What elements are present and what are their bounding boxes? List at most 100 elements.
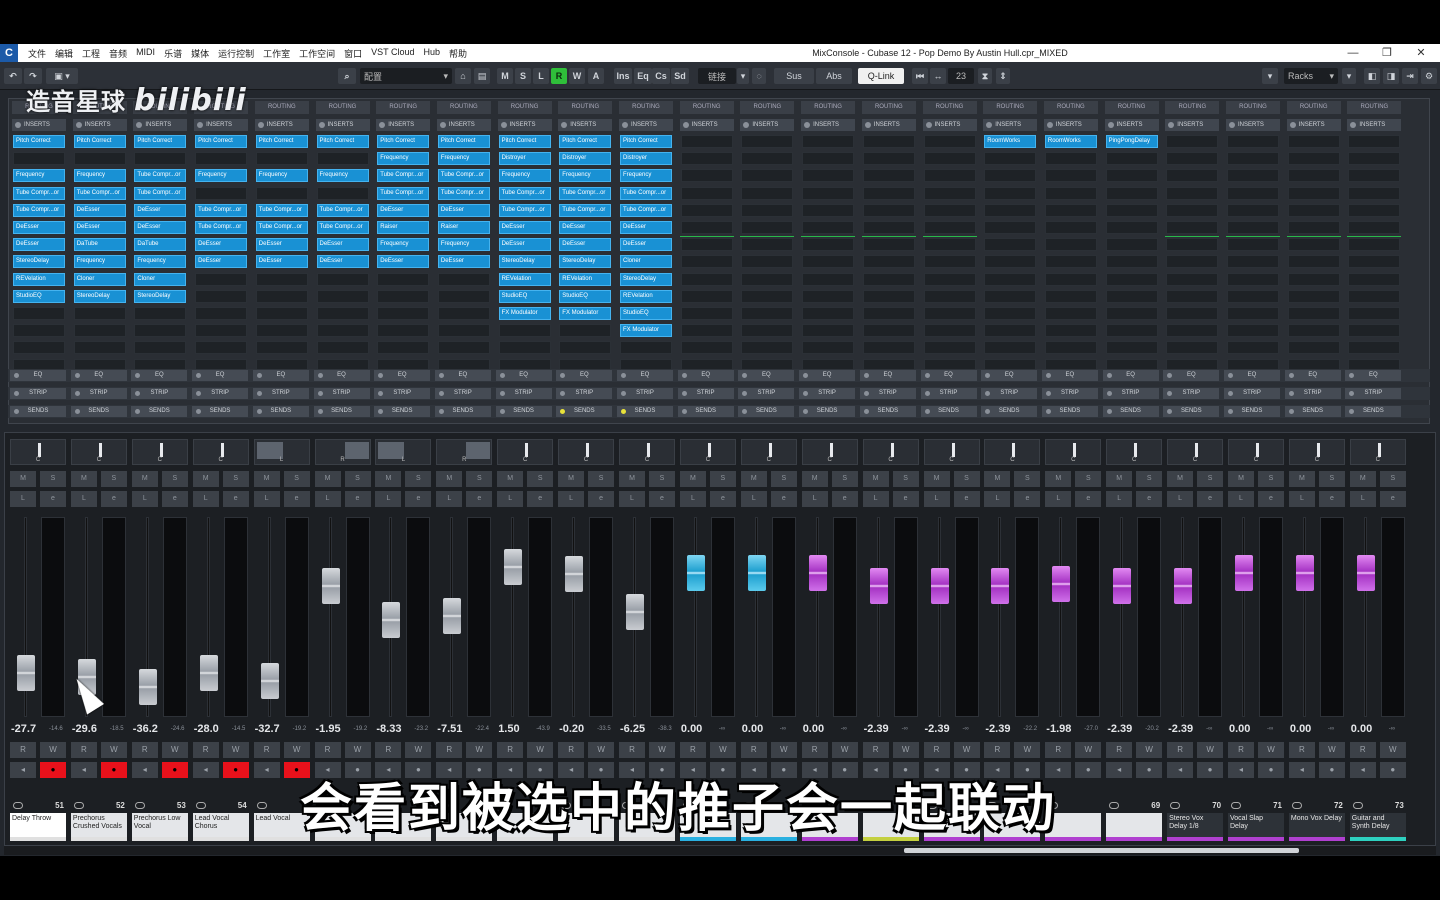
search-icon[interactable]: ⌕ (338, 68, 356, 84)
inserts-header[interactable]: INSERTS (740, 119, 795, 131)
peak-readout[interactable]: -19.2 (354, 726, 368, 732)
insert-slot[interactable]: DeEsser (195, 255, 248, 269)
insert-slot[interactable]: DeEsser (559, 238, 612, 252)
insert-slot[interactable] (1044, 238, 1097, 252)
routing-header[interactable]: ROUTING (861, 101, 916, 114)
listen-button[interactable]: L (679, 491, 706, 507)
inserts-header[interactable]: INSERTS (72, 119, 127, 131)
solo-button[interactable]: S (1014, 471, 1041, 487)
peak-readout[interactable]: -14.6 (49, 726, 63, 732)
insert-slot[interactable] (559, 341, 612, 355)
insert-slot[interactable] (437, 341, 490, 355)
menu-item[interactable]: 窗口 (344, 47, 362, 60)
insert-slot[interactable] (13, 152, 65, 166)
fader-track[interactable] (1120, 517, 1124, 717)
insert-slot[interactable]: Frequency (437, 152, 490, 166)
minimize-icon[interactable]: — (1336, 45, 1370, 61)
insert-slot[interactable]: Frequency (377, 152, 430, 166)
config-select[interactable]: 配置 ▾ (360, 68, 452, 84)
insert-slot[interactable] (13, 341, 65, 355)
close-icon[interactable]: ✕ (1404, 45, 1438, 61)
insert-slot[interactable] (741, 341, 794, 355)
insert-slot[interactable] (802, 169, 855, 183)
link-icon[interactable] (256, 802, 267, 809)
listen-button[interactable]: L (1167, 491, 1194, 507)
read-button[interactable]: R (436, 742, 463, 758)
power-icon[interactable] (742, 391, 748, 396)
insert-slot[interactable] (923, 289, 976, 303)
routing-header[interactable]: ROUTING (1226, 101, 1280, 114)
insert-slot[interactable] (1166, 255, 1219, 269)
fader-handle[interactable] (565, 556, 584, 593)
insert-slot[interactable] (1166, 307, 1219, 320)
insert-slot[interactable]: DeEsser (437, 203, 490, 217)
insert-slot[interactable] (195, 324, 248, 338)
volume-readout[interactable]: -7.51 (437, 723, 462, 735)
insert-slot[interactable] (1348, 221, 1401, 234)
insert-slot[interactable]: Tube Compr...or (134, 169, 187, 183)
menu-item[interactable]: VST Cloud (371, 47, 414, 60)
pan-control[interactable]: C (1288, 439, 1345, 465)
power-icon[interactable] (1106, 409, 1112, 414)
prev-channel-icon[interactable]: ⏮ (912, 68, 928, 84)
insert-slot[interactable] (195, 272, 248, 286)
power-icon[interactable] (1045, 391, 1051, 396)
record-button[interactable]: ● (222, 762, 249, 778)
write-button[interactable]: W (40, 742, 66, 758)
insert-slot[interactable] (923, 341, 976, 355)
listen-button[interactable]: L (131, 491, 158, 507)
inserts-header[interactable]: INSERTS (1286, 119, 1341, 131)
mute-button[interactable]: M (984, 471, 1011, 487)
mute-button[interactable]: M (1045, 471, 1072, 487)
power-icon[interactable] (196, 391, 202, 396)
maximize-icon[interactable]: ❐ (1370, 45, 1404, 61)
insert-slot[interactable] (984, 203, 1037, 217)
peak-readout[interactable]: -∞ (719, 726, 725, 732)
mute-button[interactable]: M (923, 471, 950, 487)
power-icon[interactable] (1106, 373, 1112, 378)
eq-toggle[interactable]: EQ (556, 370, 613, 381)
routing-header[interactable]: ROUTING (679, 101, 734, 114)
fader-handle[interactable] (504, 548, 523, 585)
write-button[interactable]: W (831, 742, 858, 758)
power-icon[interactable] (924, 409, 930, 414)
volume-readout[interactable]: -6.25 (620, 723, 645, 735)
power-icon[interactable] (1288, 373, 1294, 378)
insert-slot[interactable] (1044, 272, 1097, 286)
solo-button[interactable]: S (588, 471, 615, 487)
insert-slot[interactable] (1287, 238, 1340, 252)
read-button[interactable]: R (253, 742, 280, 758)
insert-slot[interactable] (1227, 289, 1279, 303)
peak-readout[interactable]: -33.5 (597, 726, 611, 732)
sends-toggle[interactable]: SENDS (617, 406, 673, 417)
power-icon[interactable] (560, 373, 566, 378)
routing-header[interactable]: ROUTING (1043, 101, 1098, 114)
monitor-button[interactable]: ◂ (1167, 762, 1194, 778)
monitor-button[interactable]: ◂ (1106, 762, 1133, 778)
listen-button[interactable]: L (619, 491, 645, 507)
strip-toggle[interactable]: STRIP (1345, 388, 1402, 399)
insert-slot[interactable]: Tube Compr...or (498, 203, 551, 217)
insert-slot[interactable] (1348, 324, 1401, 338)
routing-header[interactable]: ROUTING (801, 101, 856, 114)
power-icon[interactable] (560, 391, 566, 396)
insert-slot[interactable]: FX Modulator (498, 307, 551, 320)
mute-button[interactable]: M (558, 471, 585, 487)
insert-slot[interactable] (1227, 255, 1279, 269)
routing-header[interactable]: ROUTING (1104, 101, 1159, 114)
power-icon[interactable] (317, 409, 323, 414)
eq-toggle[interactable]: EQ (313, 370, 370, 381)
pan-control[interactable]: C (619, 439, 675, 465)
insert-slot[interactable] (984, 152, 1037, 166)
write-button[interactable]: W (405, 742, 432, 758)
insert-slot[interactable]: Raiser (377, 221, 430, 234)
solo-button[interactable]: S (709, 471, 736, 487)
mute-button[interactable]: M (862, 471, 889, 487)
insert-slot[interactable] (1044, 186, 1097, 200)
power-icon[interactable] (621, 391, 626, 396)
write-button[interactable]: W (892, 742, 919, 758)
fader-track[interactable] (328, 517, 332, 717)
inserts-header[interactable]: INSERTS (1347, 119, 1402, 131)
power-icon[interactable] (803, 373, 809, 378)
eq-toggle[interactable]: EQ (1102, 370, 1159, 381)
